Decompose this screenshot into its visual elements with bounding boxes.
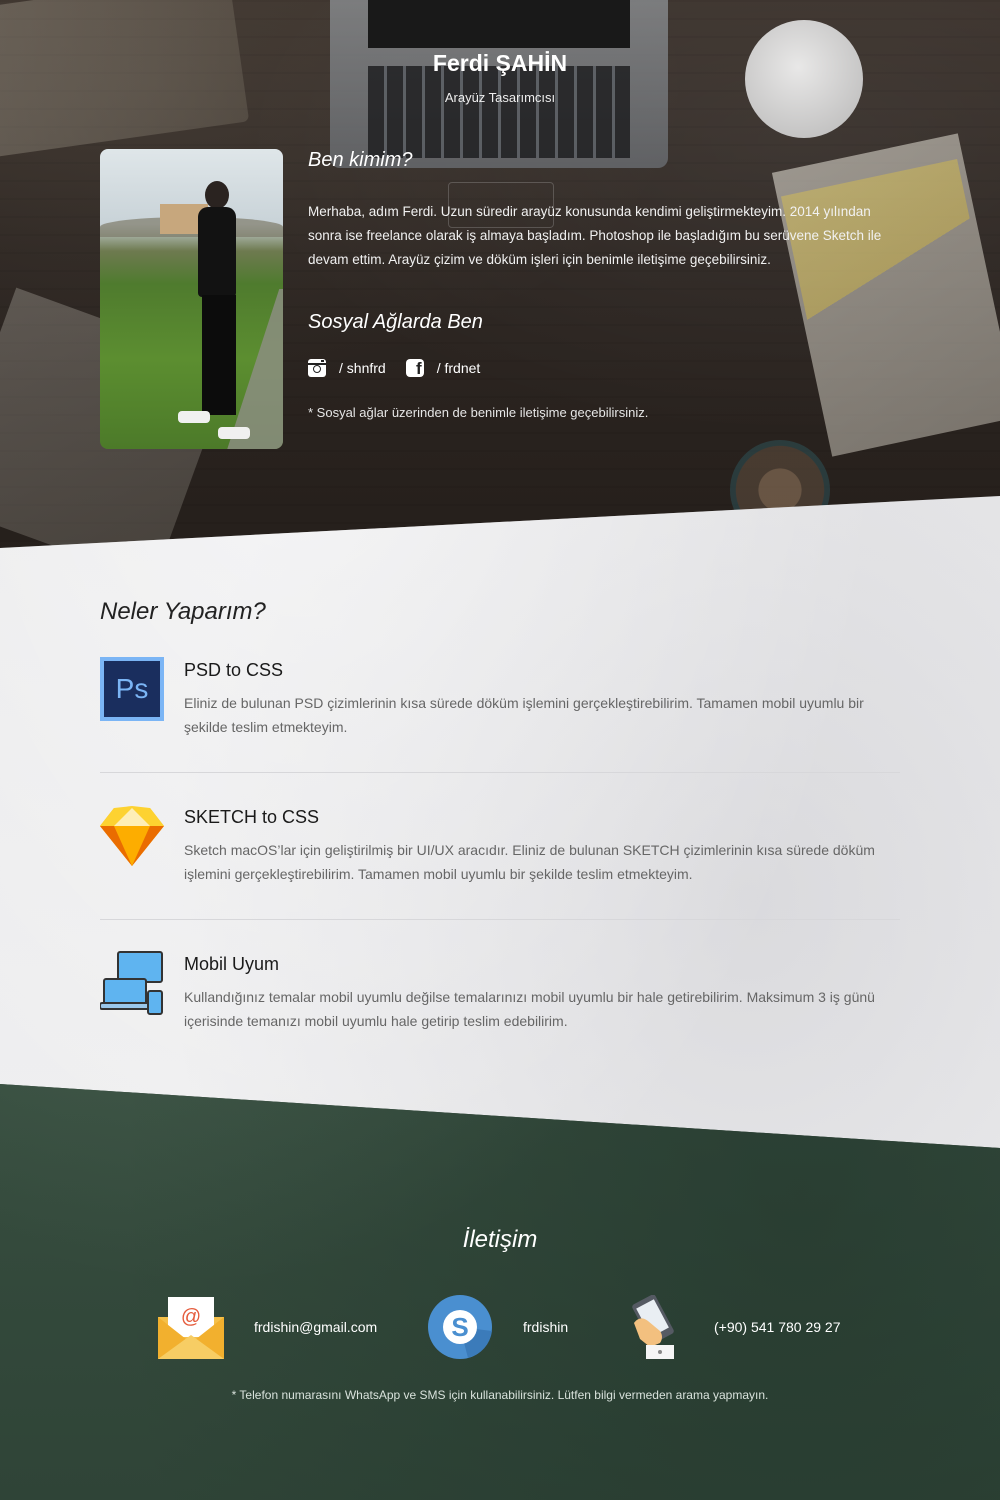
- contact-email[interactable]: @ frdishin@gmail.com: [158, 1295, 377, 1359]
- wireless-charger-decoration: [745, 20, 863, 138]
- profile-name: Ferdi ŞAHİN: [432, 50, 568, 76]
- service-name: SKETCH to CSS: [184, 807, 320, 827]
- service-description: Kullandığınız temalar mobil uyumlu değil…: [184, 989, 875, 1029]
- facebook-link[interactable]: / frdnet: [437, 360, 481, 376]
- services-title: Neler Yaparım?: [100, 598, 266, 625]
- desk-books-decoration: [0, 0, 250, 158]
- contact-phone[interactable]: (+90) 541 780 29 27: [626, 1295, 841, 1359]
- page: Ferdi ŞAHİN Arayüz Tasarımcısı Ben kimim…: [0, 0, 1000, 1500]
- contact-phone-label[interactable]: (+90) 541 780 29 27: [714, 1319, 841, 1335]
- service-description: Eliniz de bulunan PSD çizimlerinin kısa …: [184, 695, 864, 735]
- service-name: Mobil Uyum: [184, 954, 280, 974]
- phone-hand-icon: [632, 1295, 674, 1359]
- contact-email-label[interactable]: frdishin@gmail.com: [254, 1319, 377, 1335]
- contact-note: * Telefon numarasını WhatsApp ve SMS içi…: [231, 1388, 769, 1402]
- sketch-icon: [100, 806, 164, 866]
- service-description: Sketch macOS’lar için geliştirilmiş bir …: [184, 842, 875, 882]
- profile-photo: [100, 149, 283, 449]
- social-note: * Sosyal ağlar üzerinden de benimle ilet…: [308, 405, 649, 420]
- instagram-link[interactable]: / shnfrd: [339, 360, 386, 376]
- social-title: Sosyal Ağlarda Ben: [308, 311, 483, 333]
- svg-text:@: @: [181, 1306, 201, 1328]
- instagram-icon[interactable]: [308, 359, 326, 377]
- laptop-keyboard-decoration: [368, 66, 630, 158]
- social-links: / shnfrd f / frdnet: [308, 358, 500, 378]
- about-title: Ben kimim?: [308, 149, 413, 171]
- svg-text:S: S: [451, 1312, 468, 1342]
- contact-title: İletişim: [462, 1226, 538, 1253]
- profile-role: Arayüz Tasarımcısı: [444, 90, 556, 105]
- about-text: Merhaba, adım Ferdi. Uzun süredir arayüz…: [308, 204, 882, 267]
- skype-icon: S: [428, 1295, 492, 1359]
- service-name: PSD to CSS: [184, 660, 284, 680]
- facebook-icon[interactable]: f: [405, 359, 424, 378]
- contact-skype[interactable]: S frdishin: [428, 1295, 568, 1359]
- email-envelope-icon: @: [158, 1297, 224, 1359]
- photoshop-icon: Ps: [100, 657, 164, 721]
- laptop-screen-decoration: [368, 0, 630, 48]
- contact-skype-label[interactable]: frdishin: [523, 1319, 568, 1335]
- responsive-devices-icon: [100, 951, 163, 1015]
- service-divider: [100, 919, 900, 920]
- hero-section: Ferdi ŞAHİN Arayüz Tasarımcısı Ben kimim…: [0, 0, 1000, 583]
- service-divider: [100, 772, 900, 773]
